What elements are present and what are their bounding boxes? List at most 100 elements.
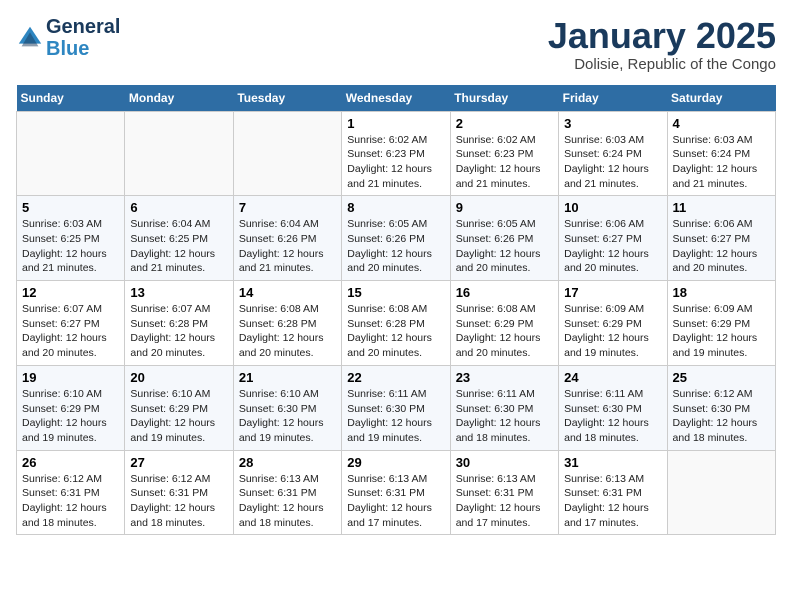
calendar-cell [667, 450, 775, 535]
day-number: 12 [22, 285, 119, 300]
day-info: Sunrise: 6:06 AM Sunset: 6:27 PM Dayligh… [673, 217, 770, 276]
calendar-week-2: 5 Sunrise: 6:03 AM Sunset: 6:25 PM Daylig… [17, 196, 776, 281]
location: Dolisie, Republic of the Congo [548, 56, 776, 73]
weekday-header-thursday: Thursday [450, 85, 558, 112]
day-info: Sunrise: 6:11 AM Sunset: 6:30 PM Dayligh… [347, 387, 444, 446]
day-info: Sunrise: 6:05 AM Sunset: 6:26 PM Dayligh… [456, 217, 553, 276]
calendar-cell: 13 Sunrise: 6:07 AM Sunset: 6:28 PM Dayli… [125, 281, 233, 366]
calendar-cell: 11 Sunrise: 6:06 AM Sunset: 6:27 PM Dayli… [667, 196, 775, 281]
day-info: Sunrise: 6:10 AM Sunset: 6:29 PM Dayligh… [130, 387, 227, 446]
calendar-cell: 14 Sunrise: 6:08 AM Sunset: 6:28 PM Dayli… [233, 281, 341, 366]
calendar-table: SundayMondayTuesdayWednesdayThursdayFrid… [16, 85, 776, 536]
day-number: 21 [239, 370, 336, 385]
day-info: Sunrise: 6:10 AM Sunset: 6:30 PM Dayligh… [239, 387, 336, 446]
logo: General Blue [16, 16, 120, 60]
day-number: 8 [347, 200, 444, 215]
day-info: Sunrise: 6:02 AM Sunset: 6:23 PM Dayligh… [347, 133, 444, 192]
calendar-cell: 28Sunrise: 6:13 AM Sunset: 6:31 PM Dayli… [233, 450, 341, 535]
day-info: Sunrise: 6:13 AM Sunset: 6:31 PM Dayligh… [564, 472, 661, 531]
calendar-week-4: 19 Sunrise: 6:10 AM Sunset: 6:29 PM Dayli… [17, 365, 776, 450]
day-number: 5 [22, 200, 119, 215]
day-info: Sunrise: 6:06 AM Sunset: 6:27 PM Dayligh… [564, 217, 661, 276]
calendar-cell: 8Sunrise: 6:05 AM Sunset: 6:26 PM Daylig… [342, 196, 450, 281]
day-number: 30 [456, 455, 553, 470]
calendar-cell: 17 Sunrise: 6:09 AM Sunset: 6:29 PM Dayli… [559, 281, 667, 366]
day-info: Sunrise: 6:08 AM Sunset: 6:28 PM Dayligh… [347, 302, 444, 361]
day-number: 10 [564, 200, 661, 215]
day-number: 26 [22, 455, 119, 470]
day-number: 25 [673, 370, 770, 385]
day-number: 17 [564, 285, 661, 300]
calendar-cell: 4 Sunrise: 6:03 AM Sunset: 6:24 PM Daylig… [667, 111, 775, 196]
day-number: 4 [673, 116, 770, 131]
day-info: Sunrise: 6:10 AM Sunset: 6:29 PM Dayligh… [22, 387, 119, 446]
day-info: Sunrise: 6:08 AM Sunset: 6:29 PM Dayligh… [456, 302, 553, 361]
page-header: General Blue January 2025 Dolisie, Repub… [16, 16, 776, 73]
day-info: Sunrise: 6:09 AM Sunset: 6:29 PM Dayligh… [564, 302, 661, 361]
calendar-cell: 31Sunrise: 6:13 AM Sunset: 6:31 PM Dayli… [559, 450, 667, 535]
day-info: Sunrise: 6:11 AM Sunset: 6:30 PM Dayligh… [456, 387, 553, 446]
day-number: 3 [564, 116, 661, 131]
calendar-cell [233, 111, 341, 196]
calendar-cell: 20 Sunrise: 6:10 AM Sunset: 6:29 PM Dayli… [125, 365, 233, 450]
calendar-cell: 23 Sunrise: 6:11 AM Sunset: 6:30 PM Dayli… [450, 365, 558, 450]
calendar-cell: 18 Sunrise: 6:09 AM Sunset: 6:29 PM Dayli… [667, 281, 775, 366]
calendar-cell: 12 Sunrise: 6:07 AM Sunset: 6:27 PM Dayli… [17, 281, 125, 366]
calendar-cell: 19 Sunrise: 6:10 AM Sunset: 6:29 PM Dayli… [17, 365, 125, 450]
day-info: Sunrise: 6:08 AM Sunset: 6:28 PM Dayligh… [239, 302, 336, 361]
calendar-cell: 15Sunrise: 6:08 AM Sunset: 6:28 PM Dayli… [342, 281, 450, 366]
calendar-cell: 9 Sunrise: 6:05 AM Sunset: 6:26 PM Daylig… [450, 196, 558, 281]
weekday-header-friday: Friday [559, 85, 667, 112]
day-number: 6 [130, 200, 227, 215]
weekday-header-saturday: Saturday [667, 85, 775, 112]
day-number: 23 [456, 370, 553, 385]
calendar-week-1: 1 Sunrise: 6:02 AM Sunset: 6:23 PM Daylig… [17, 111, 776, 196]
weekday-header-tuesday: Tuesday [233, 85, 341, 112]
day-number: 24 [564, 370, 661, 385]
calendar-cell: 5 Sunrise: 6:03 AM Sunset: 6:25 PM Daylig… [17, 196, 125, 281]
day-number: 16 [456, 285, 553, 300]
day-info: Sunrise: 6:12 AM Sunset: 6:30 PM Dayligh… [673, 387, 770, 446]
day-info: Sunrise: 6:12 AM Sunset: 6:31 PM Dayligh… [130, 472, 227, 531]
weekday-header-sunday: Sunday [17, 85, 125, 112]
day-info: Sunrise: 6:07 AM Sunset: 6:27 PM Dayligh… [22, 302, 119, 361]
day-number: 13 [130, 285, 227, 300]
day-info: Sunrise: 6:12 AM Sunset: 6:31 PM Dayligh… [22, 472, 119, 531]
calendar-cell: 22 Sunrise: 6:11 AM Sunset: 6:30 PM Dayli… [342, 365, 450, 450]
day-info: Sunrise: 6:07 AM Sunset: 6:28 PM Dayligh… [130, 302, 227, 361]
day-number: 2 [456, 116, 553, 131]
logo-general: General [46, 16, 120, 38]
day-info: Sunrise: 6:03 AM Sunset: 6:25 PM Dayligh… [22, 217, 119, 276]
day-info: Sunrise: 6:13 AM Sunset: 6:31 PM Dayligh… [239, 472, 336, 531]
calendar-cell: 6Sunrise: 6:04 AM Sunset: 6:25 PM Daylig… [125, 196, 233, 281]
day-info: Sunrise: 6:03 AM Sunset: 6:24 PM Dayligh… [673, 133, 770, 192]
day-number: 18 [673, 285, 770, 300]
day-number: 14 [239, 285, 336, 300]
weekday-header-row: SundayMondayTuesdayWednesdayThursdayFrid… [17, 85, 776, 112]
day-number: 11 [673, 200, 770, 215]
calendar-cell [125, 111, 233, 196]
calendar-cell: 10 Sunrise: 6:06 AM Sunset: 6:27 PM Dayli… [559, 196, 667, 281]
calendar-cell: 26 Sunrise: 6:12 AM Sunset: 6:31 PM Dayli… [17, 450, 125, 535]
day-number: 20 [130, 370, 227, 385]
day-info: Sunrise: 6:04 AM Sunset: 6:26 PM Dayligh… [239, 217, 336, 276]
calendar-cell: 1 Sunrise: 6:02 AM Sunset: 6:23 PM Daylig… [342, 111, 450, 196]
weekday-header-monday: Monday [125, 85, 233, 112]
day-number: 19 [22, 370, 119, 385]
calendar-cell: 21 Sunrise: 6:10 AM Sunset: 6:30 PM Dayli… [233, 365, 341, 450]
calendar-cell: 2Sunrise: 6:02 AM Sunset: 6:23 PM Daylig… [450, 111, 558, 196]
calendar-body: 1 Sunrise: 6:02 AM Sunset: 6:23 PM Daylig… [17, 111, 776, 535]
calendar-cell: 27 Sunrise: 6:12 AM Sunset: 6:31 PM Dayli… [125, 450, 233, 535]
day-number: 9 [456, 200, 553, 215]
day-info: Sunrise: 6:13 AM Sunset: 6:31 PM Dayligh… [347, 472, 444, 531]
day-number: 29 [347, 455, 444, 470]
calendar-week-5: 26 Sunrise: 6:12 AM Sunset: 6:31 PM Dayli… [17, 450, 776, 535]
day-number: 1 [347, 116, 444, 131]
calendar-cell: 29 Sunrise: 6:13 AM Sunset: 6:31 PM Dayli… [342, 450, 450, 535]
day-info: Sunrise: 6:13 AM Sunset: 6:31 PM Dayligh… [456, 472, 553, 531]
day-number: 22 [347, 370, 444, 385]
calendar-cell: 3Sunrise: 6:03 AM Sunset: 6:24 PM Daylig… [559, 111, 667, 196]
day-info: Sunrise: 6:09 AM Sunset: 6:29 PM Dayligh… [673, 302, 770, 361]
calendar-cell: 24Sunrise: 6:11 AM Sunset: 6:30 PM Dayli… [559, 365, 667, 450]
day-number: 27 [130, 455, 227, 470]
